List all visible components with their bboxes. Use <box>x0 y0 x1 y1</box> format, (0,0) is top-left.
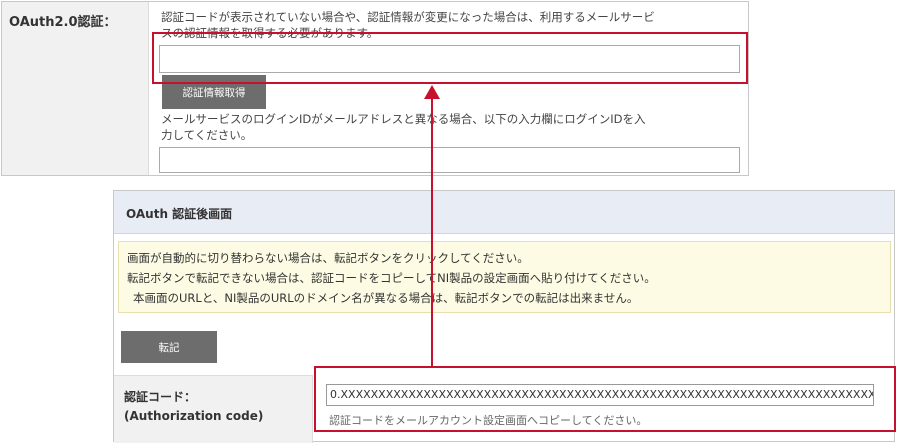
notice-line-2: 転記ボタンで転記できない場合は、認証コードをコピーしてNI製品の設定画面へ貼り付… <box>127 271 656 285</box>
login-id-note: メールサービスのログインIDがメールアドレスと異なる場合、以下の入力欄にログイン… <box>161 111 751 143</box>
auth-code-note-line1: 認証コードが表示されていない場合や、認証情報が変更になった場合は、利用するメール… <box>161 10 655 24</box>
auth-code-label: 認証コード： <box>124 390 197 404</box>
login-id-note-line1: メールサービスのログインIDがメールアドレスと異なる場合、以下の入力欄にログイン… <box>161 112 646 126</box>
login-id-field[interactable] <box>159 147 740 173</box>
auth-code-label-en: (Authorization code) <box>124 409 264 423</box>
notice-line-1: 画面が自動的に切り替わらない場合は、転記ボタンをクリックしてください。 <box>127 251 529 265</box>
label-column: OAuth2.0認証： <box>2 2 149 175</box>
oauth-settings-panel: OAuth2.0認証： 認証コードが表示されていない場合や、認証情報が変更になっ… <box>1 1 749 176</box>
highlight-box-bottom <box>314 366 896 432</box>
login-id-note-line2: 力してください。 <box>161 128 253 142</box>
notice-line-3: 本画面のURLと、NI製品のURLのドメイン名が異なる場合は、転記ボタンでの転記… <box>133 291 639 305</box>
auth-code-label-cell: 認証コード： (Authorization code) <box>114 375 313 443</box>
oauth-label: OAuth2.0認証： <box>9 15 117 30</box>
notice-box: 画面が自動的に切り替わらない場合は、転記ボタンをクリックしてください。 転記ボタ… <box>118 241 891 313</box>
transfer-button[interactable]: 転記 <box>121 331 217 363</box>
highlight-box-top <box>152 32 748 84</box>
oauth-header: OAuth 認証後画面 <box>114 191 894 234</box>
oauth-title: OAuth 認証後画面 <box>126 207 233 221</box>
